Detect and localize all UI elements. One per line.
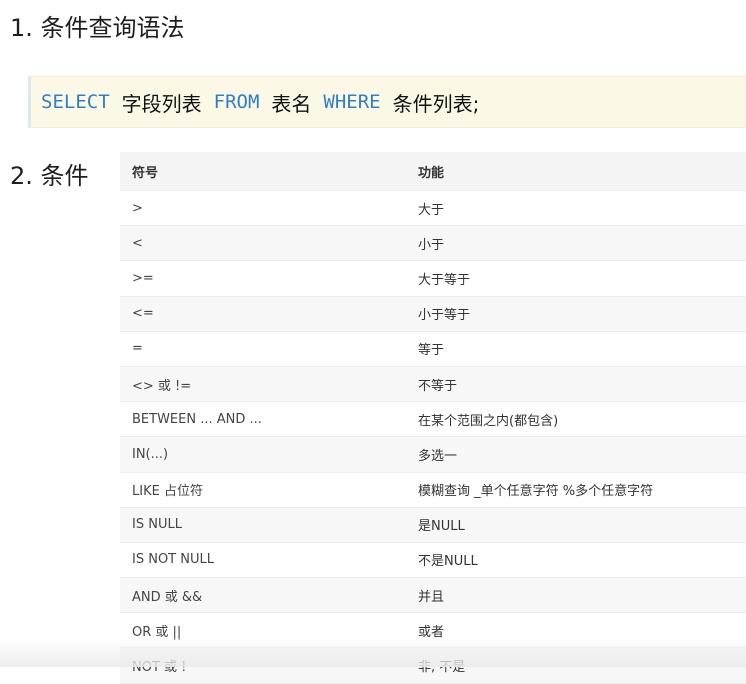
header-symbol: 符号 (132, 165, 159, 181)
table-row: IN(...) 多选一 (120, 437, 746, 473)
table-row: AND 或 && 并且 (120, 578, 746, 614)
function-cell: 不是NULL (418, 554, 478, 570)
symbol-cell: NOT 或 ! (132, 660, 187, 676)
symbol-cell: <= (132, 306, 154, 322)
table-row: BETWEEN ... AND ... 在某个范围之内(都包含) (120, 402, 746, 438)
table-row: >= 大于等于 (120, 261, 746, 297)
table-row: LIKE 占位符 模糊查询 _单个任意字符 %多个任意字符 (120, 473, 746, 508)
conditions-table: 符号 功能 > 大于 < 小于 >= 大于等于 <= 小于等于 = 等于 <> 或 != 不等于 BET… (120, 152, 746, 684)
table-row: = 等于 (120, 332, 746, 367)
where-keyword: WHERE (323, 91, 381, 113)
symbol-cell: BETWEEN ... AND ... (132, 411, 262, 427)
function-cell: 多选一 (418, 448, 458, 464)
table-row: NOT 或 ! 非, 不是 (120, 648, 746, 684)
sql-syntax-code-block: SELECT 字段列表 FROM 表名 WHERE 条件列表; (28, 76, 746, 128)
condition-list-placeholder: 条件列表; (392, 91, 480, 116)
function-cell: 或者 (418, 624, 445, 640)
function-cell: 模糊查询 _单个任意字符 %多个任意字符 (418, 484, 654, 500)
syntax-heading: 1. 条件查询语法 (10, 14, 185, 42)
table-row: <> 或 != 不等于 (120, 366, 746, 403)
symbol-cell: AND 或 && (132, 589, 203, 605)
symbol-cell: LIKE 占位符 (132, 484, 203, 500)
symbol-cell: = (132, 341, 143, 357)
table-row: > 大于 (120, 191, 746, 227)
symbol-cell: OR 或 || (132, 624, 182, 640)
symbol-cell: > (132, 200, 143, 216)
function-cell: 等于 (418, 343, 445, 359)
symbol-cell: < (132, 235, 143, 251)
function-cell: 小于等于 (418, 308, 471, 324)
from-keyword: FROM (213, 91, 260, 113)
fields-placeholder: 字段列表 (121, 91, 202, 116)
table-row: <= 小于等于 (120, 296, 746, 332)
table-placeholder: 表名 (271, 91, 312, 116)
function-cell: 是NULL (418, 519, 465, 535)
header-function: 功能 (418, 165, 445, 181)
symbol-cell: >= (132, 270, 154, 286)
table-row: OR 或 || 或者 (120, 613, 746, 649)
symbol-cell: IS NULL (132, 517, 182, 533)
symbol-cell: <> 或 != (132, 378, 192, 394)
conditions-heading: 2. 条件 (10, 162, 89, 190)
symbol-cell: IS NOT NULL (132, 552, 214, 568)
symbol-cell: IN(...) (132, 446, 169, 462)
table-row: < 小于 (120, 226, 746, 262)
table-row: IS NULL 是NULL (120, 507, 746, 543)
select-keyword: SELECT (41, 91, 110, 113)
function-cell: 并且 (418, 589, 445, 605)
function-cell: 大于等于 (418, 272, 471, 288)
function-cell: 不等于 (418, 378, 458, 394)
table-header-row: 符号 功能 (120, 152, 746, 191)
function-cell: 小于 (418, 237, 445, 253)
function-cell: 非, 不是 (418, 660, 466, 676)
table-row: IS NOT NULL 不是NULL (120, 543, 746, 579)
function-cell: 在某个范围之内(都包含) (418, 413, 559, 429)
function-cell: 大于 (418, 202, 445, 218)
